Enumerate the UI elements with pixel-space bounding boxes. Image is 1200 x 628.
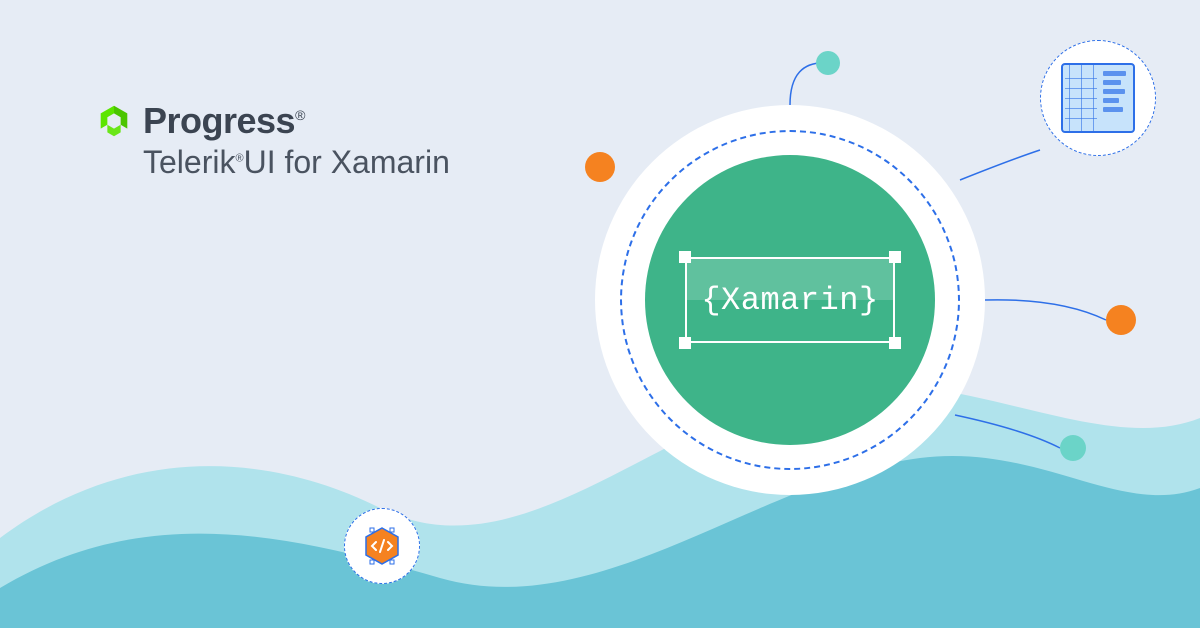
orbit-dot-orange xyxy=(585,152,615,182)
orbit-dot-teal xyxy=(1060,435,1086,461)
resize-handle-icon xyxy=(889,337,901,349)
data-grid-icon xyxy=(1061,63,1135,133)
registered-mark: ® xyxy=(295,107,305,123)
hero-green-circle: {Xamarin} xyxy=(645,155,935,445)
brand-logo-block: Progress® Telerik®UI for Xamarin xyxy=(95,100,450,181)
orbit-dot-teal xyxy=(816,51,840,75)
progress-chevrons-icon xyxy=(95,102,133,140)
product-subtitle: Telerik®UI for Xamarin xyxy=(143,144,450,181)
resize-handle-icon xyxy=(889,251,901,263)
resize-handle-icon xyxy=(679,337,691,349)
satellite-grid xyxy=(1040,40,1156,156)
hero-circle: {Xamarin} xyxy=(595,105,985,495)
xamarin-selection-frame: {Xamarin} xyxy=(685,257,895,343)
code-hexagon-icon xyxy=(362,526,402,566)
orbit-dot-orange xyxy=(1106,305,1136,335)
xamarin-label: {Xamarin} xyxy=(701,282,878,319)
brand-name: Progress® xyxy=(143,100,305,142)
resize-handle-icon xyxy=(679,251,691,263)
satellite-code xyxy=(344,508,420,584)
